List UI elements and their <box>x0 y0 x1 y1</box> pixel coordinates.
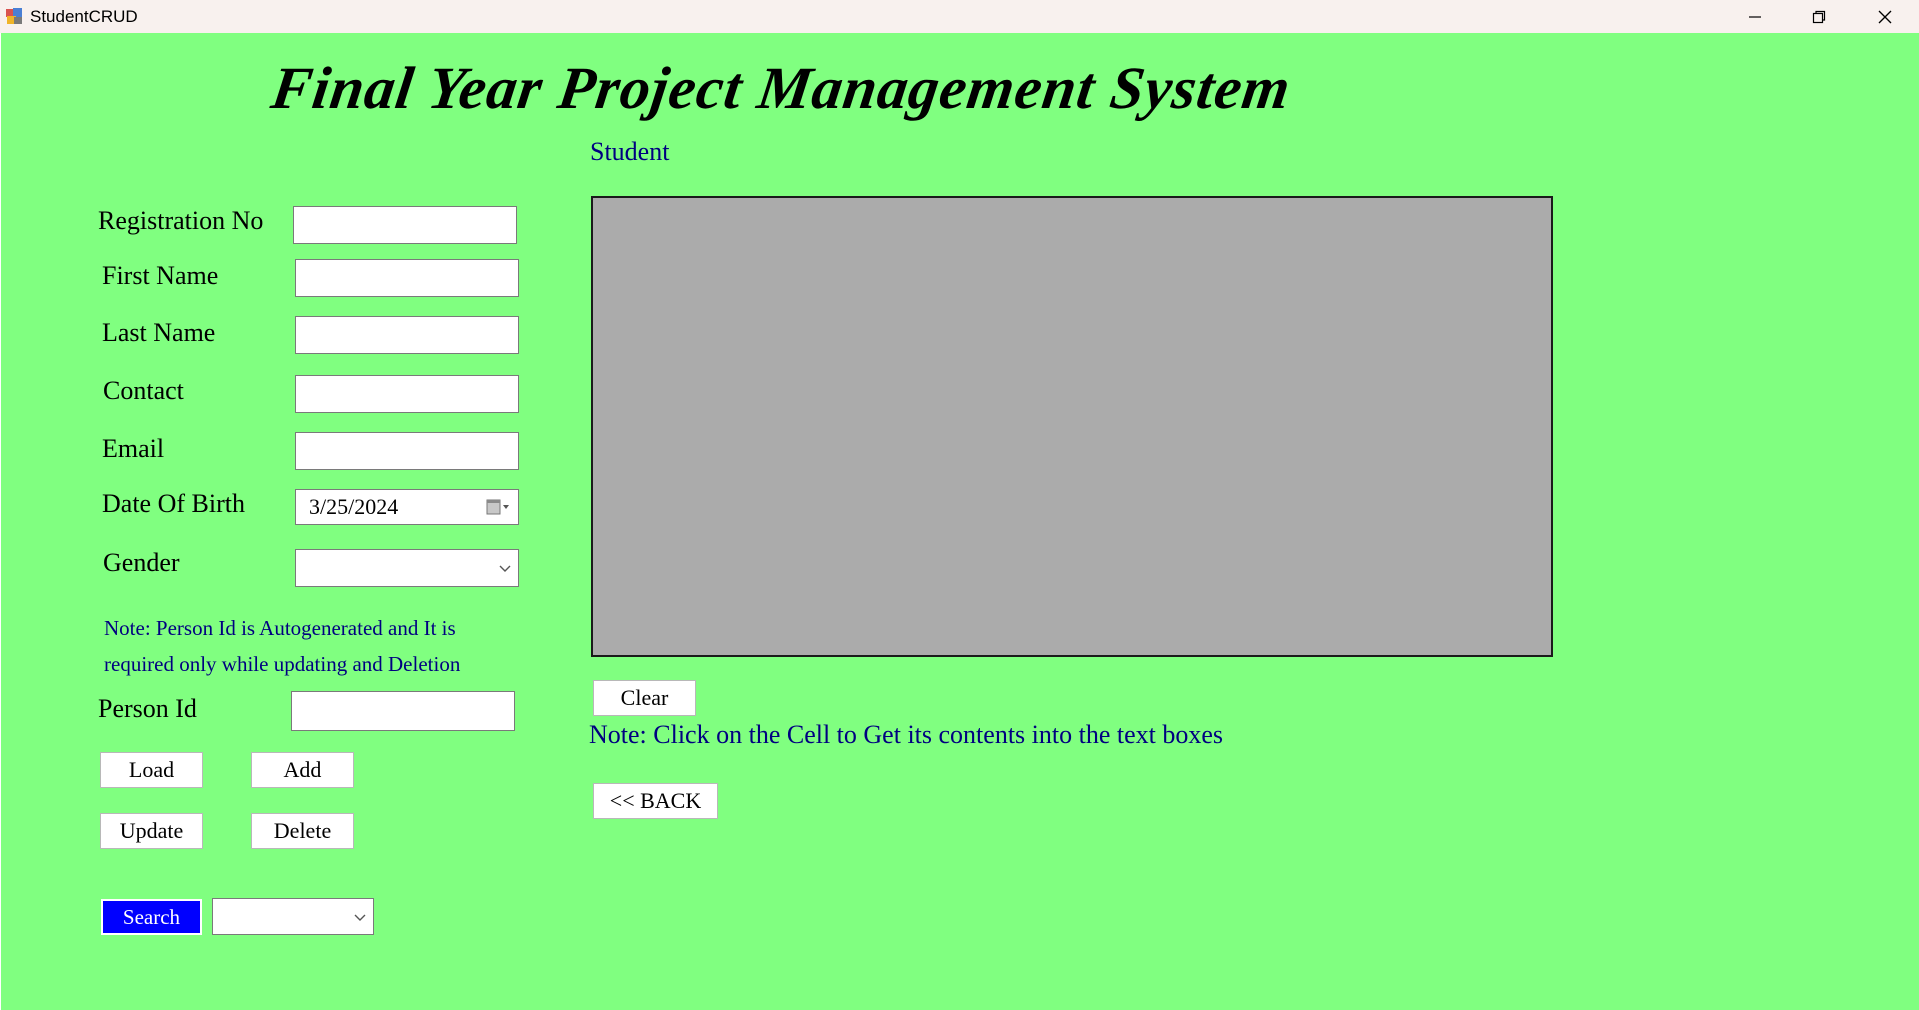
grid-note: Note: Click on the Cell to Get its conte… <box>589 720 1224 749</box>
dob-label: Date Of Birth <box>102 489 245 518</box>
restore-button[interactable] <box>1787 0 1851 33</box>
registration-input[interactable] <box>293 206 517 244</box>
restore-icon <box>1812 10 1826 23</box>
gender-label: Gender <box>103 548 180 577</box>
page-title: Final Year Project Management System <box>267 55 1295 121</box>
chevron-down-icon <box>499 565 511 572</box>
note-line-1: Note: Person Id is Autogenerated and It … <box>104 616 456 640</box>
person-id-note: Note: Person Id is Autogenerated and It … <box>104 610 524 682</box>
minimize-button[interactable] <box>1723 0 1787 33</box>
contact-input[interactable] <box>295 375 519 413</box>
minimize-icon <box>1749 15 1761 18</box>
person-id-input[interactable] <box>291 691 515 731</box>
search-button[interactable]: Search <box>101 899 202 935</box>
first-name-input[interactable] <box>295 259 519 297</box>
calendar-dropdown-icon[interactable] <box>486 498 510 516</box>
delete-button[interactable]: Delete <box>251 813 354 849</box>
first-name-label: First Name <box>102 261 219 290</box>
contact-label: Contact <box>103 376 184 405</box>
search-combobox[interactable] <box>212 898 374 935</box>
close-button[interactable] <box>1853 0 1917 33</box>
dob-value: 3/25/2024 <box>309 494 399 519</box>
note-line-2: required only while updating and Deletio… <box>104 652 461 676</box>
dob-picker[interactable]: 3/25/2024 <box>295 489 519 525</box>
close-icon <box>1878 10 1892 23</box>
person-id-label: Person Id <box>98 694 197 723</box>
load-button[interactable]: Load <box>100 752 203 788</box>
chevron-down-icon <box>354 914 366 921</box>
app-icon <box>6 8 22 24</box>
update-button[interactable]: Update <box>100 813 203 849</box>
last-name-label: Last Name <box>102 318 216 347</box>
registration-label: Registration No <box>98 206 264 235</box>
gender-combobox[interactable] <box>295 549 519 587</box>
back-button[interactable]: << BACK <box>593 783 718 819</box>
email-label: Email <box>102 434 165 463</box>
student-data-grid[interactable] <box>591 196 1553 657</box>
section-title: Student <box>590 137 670 166</box>
title-bar: StudentCRUD <box>0 0 1919 33</box>
window-title: StudentCRUD <box>30 7 138 26</box>
add-button[interactable]: Add <box>251 752 354 788</box>
clear-button[interactable]: Clear <box>593 680 696 716</box>
last-name-input[interactable] <box>295 316 519 354</box>
email-input[interactable] <box>295 432 519 470</box>
